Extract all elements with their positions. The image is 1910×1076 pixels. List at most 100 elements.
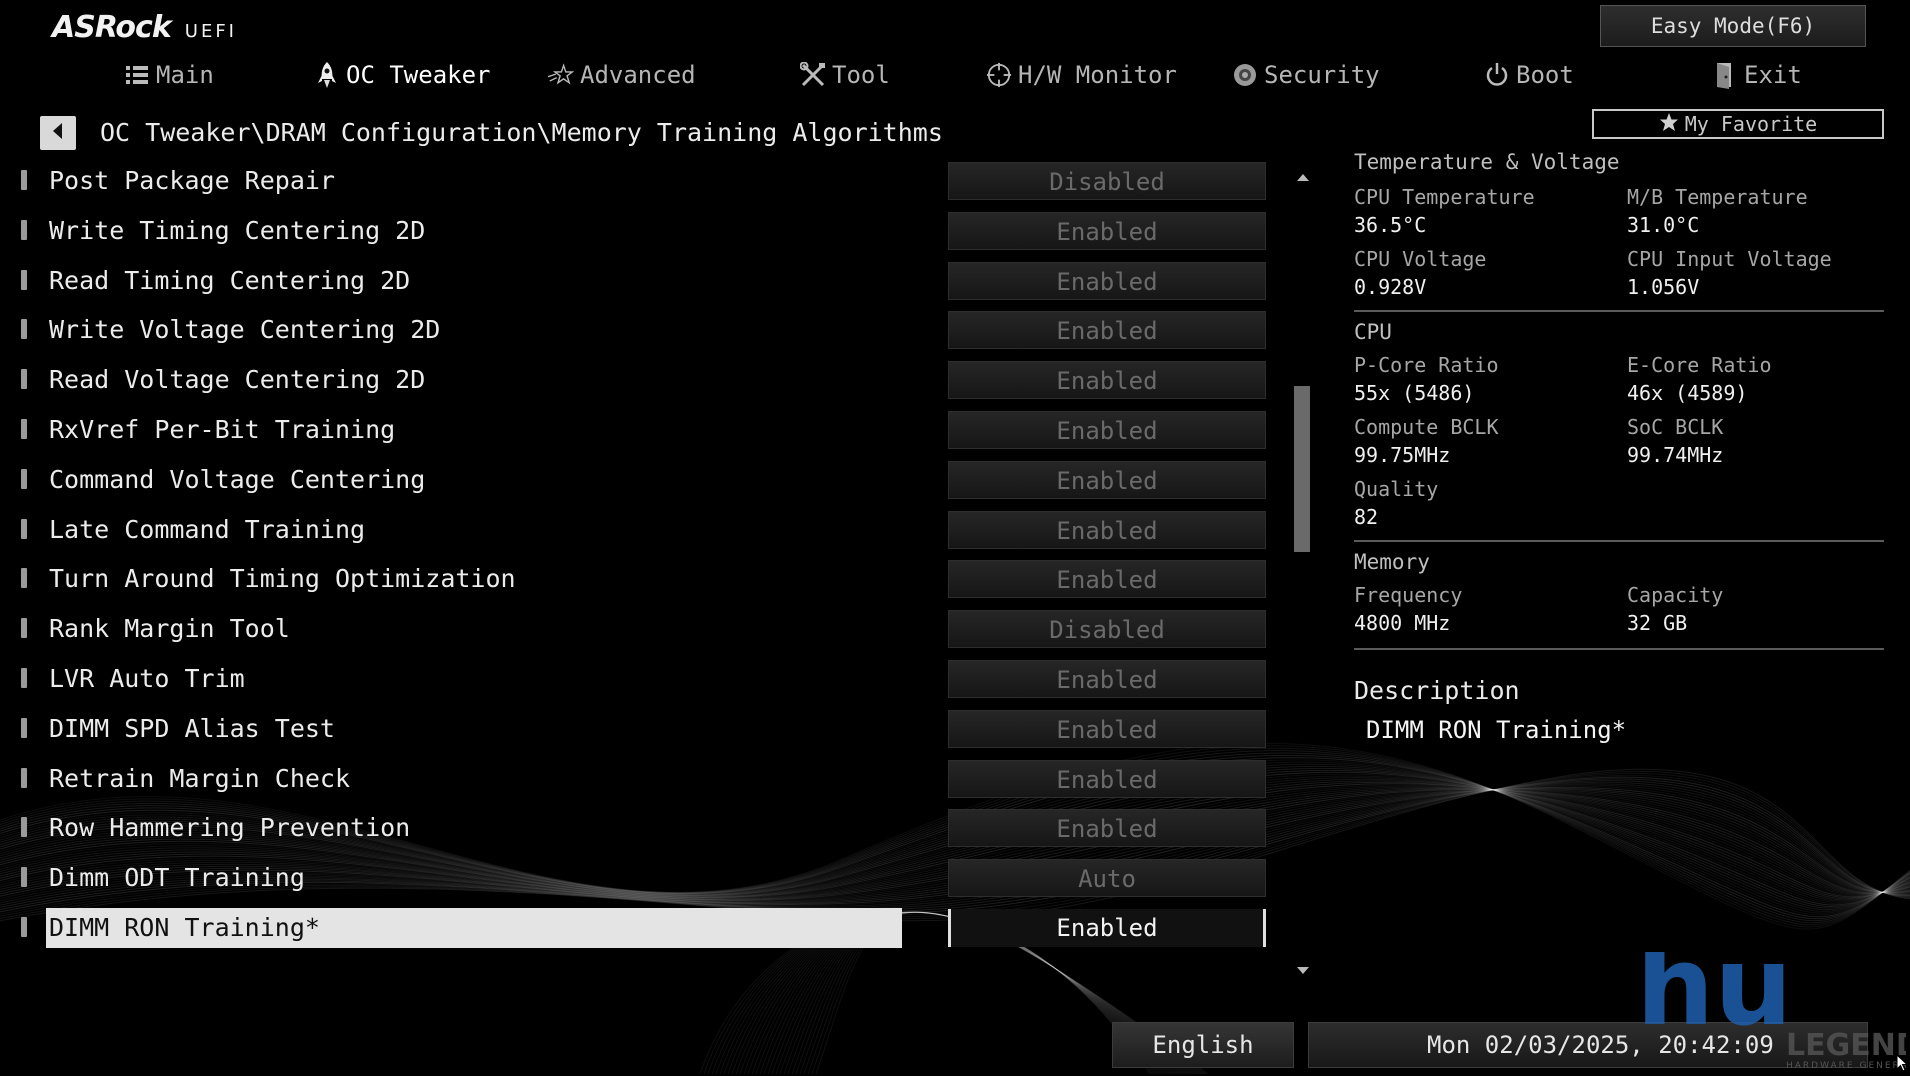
description-text: DIMM RON Training* (1366, 716, 1627, 744)
setting-value[interactable]: Enabled (948, 361, 1266, 400)
panel-divider (1354, 648, 1884, 650)
setting-value[interactable]: Disabled (948, 162, 1266, 200)
language-button[interactable]: English (1112, 1022, 1294, 1068)
stat-label: Capacity (1627, 583, 1724, 607)
row-marker (21, 568, 27, 589)
setting-value[interactable]: Enabled (948, 660, 1266, 698)
setting-row[interactable]: Post Package Repair Disabled (0, 160, 1300, 204)
stat-value: 46x (4589) (1627, 381, 1748, 405)
setting-value[interactable]: Enabled (948, 211, 1266, 250)
back-arrow-icon (50, 122, 66, 144)
settings-scrollbar[interactable] (1294, 166, 1310, 978)
setting-value[interactable]: Enabled (948, 560, 1266, 599)
stat-value: 99.74MHz (1627, 443, 1724, 467)
tab-boot[interactable]: Boot (1484, 54, 1574, 96)
easy-mode-button[interactable]: Easy Mode(F6) (1600, 5, 1866, 47)
pcore-ratio-stat: P-Core Ratio 55x (5486) (1354, 352, 1499, 408)
row-marker (21, 219, 27, 240)
panel-divider (1354, 310, 1884, 312)
stat-label: SoC BCLK (1627, 415, 1724, 439)
row-marker (21, 618, 27, 639)
stat-value: 99.75MHz (1354, 443, 1451, 467)
setting-row[interactable]: Dimm ODT Training Auto (0, 857, 1300, 901)
setting-value[interactable]: Enabled (948, 261, 1266, 300)
setting-value[interactable]: Disabled (948, 610, 1266, 649)
setting-label: Read Timing Centering 2D (49, 265, 411, 295)
stat-label: CPU Voltage (1354, 247, 1487, 271)
power-icon (1484, 62, 1510, 88)
setting-value[interactable]: Enabled (948, 759, 1266, 798)
setting-row[interactable]: Turn Around Timing Optimization Enabled (0, 558, 1300, 602)
setting-row[interactable]: DIMM SPD Alias Test Enabled (0, 708, 1300, 752)
temp-voltage-title: Temperature & Voltage (1354, 150, 1620, 174)
setting-row[interactable]: Row Hammering Prevention Enabled (0, 807, 1300, 851)
setting-row[interactable]: Late Command Training Enabled (0, 509, 1300, 553)
setting-label: Command Voltage Centering (49, 464, 426, 494)
setting-row-selected[interactable]: DIMM RON Training* Enabled (0, 907, 1300, 951)
cpu-section-title: CPU (1354, 320, 1392, 344)
memory-section-title: Memory (1354, 550, 1430, 574)
row-marker (21, 518, 27, 539)
cpu-input-voltage-stat: CPU Input Voltage 1.056V (1627, 246, 1832, 302)
tab-hw-monitor-label: H/W Monitor (1018, 61, 1177, 89)
setting-label: Retrain Margin Check (49, 763, 351, 793)
scroll-down-arrow-icon[interactable] (1297, 967, 1309, 974)
setting-row[interactable]: Rank Margin Tool Disabled (0, 608, 1300, 652)
watermark-word: LEGEND (1786, 1028, 1906, 1063)
stat-value: 36.5°C (1354, 213, 1427, 237)
main-tab-bar: Main OC Tweaker Advanced Tool H/W Monito… (0, 54, 1910, 96)
shield-icon (1232, 62, 1258, 88)
setting-label: Write Voltage Centering 2D (49, 315, 441, 345)
stat-value: 4800 MHz (1354, 611, 1451, 635)
setting-row[interactable]: Write Voltage Centering 2D Enabled (0, 309, 1300, 353)
setting-value[interactable]: Enabled (948, 510, 1266, 549)
setting-value[interactable]: Enabled (948, 411, 1266, 449)
setting-row[interactable]: Command Voltage Centering Enabled (0, 459, 1300, 503)
stat-label: E-Core Ratio (1627, 353, 1772, 377)
setting-row[interactable]: LVR Auto Trim Enabled (0, 658, 1300, 702)
scrollbar-thumb[interactable] (1294, 386, 1310, 552)
setting-value[interactable]: Auto (948, 859, 1266, 898)
mb-temperature-stat: M/B Temperature 31.0°C (1627, 184, 1808, 240)
my-favorite-button[interactable]: My Favorite (1592, 109, 1884, 139)
memory-capacity-stat: Capacity 32 GB (1627, 582, 1723, 638)
tab-tool[interactable]: Tool (800, 54, 890, 96)
tab-main[interactable]: Main (124, 54, 214, 96)
row-marker (21, 319, 27, 340)
row-marker (21, 767, 27, 788)
breadcrumb: OC Tweaker\DRAM Configuration\Memory Tra… (100, 118, 943, 147)
setting-row[interactable]: Read Timing Centering 2D Enabled (0, 260, 1300, 304)
ecore-ratio-stat: E-Core Ratio 46x (4589) (1627, 352, 1772, 408)
setting-row[interactable]: RxVref Per-Bit Training Enabled (0, 409, 1300, 453)
tab-oc-tweaker[interactable]: OC Tweaker (314, 54, 491, 96)
stat-value: 55x (5486) (1354, 381, 1475, 405)
logo-uefi: UEFI (184, 21, 237, 42)
setting-label: Read Voltage Centering 2D (49, 365, 426, 395)
row-marker (21, 369, 27, 390)
stat-value: 1.056V (1627, 275, 1700, 299)
setting-value[interactable]: Enabled (948, 809, 1266, 848)
back-button[interactable] (40, 116, 76, 150)
cpu-temperature-stat: CPU Temperature 36.5°C (1354, 184, 1535, 240)
setting-row[interactable]: Read Voltage Centering 2D Enabled (0, 359, 1300, 403)
setting-value[interactable]: Enabled (948, 311, 1266, 350)
row-marker (21, 717, 27, 738)
setting-row[interactable]: Write Timing Centering 2D Enabled (0, 210, 1300, 254)
setting-value[interactable]: Enabled (948, 460, 1266, 499)
row-marker (21, 817, 27, 838)
setting-row[interactable]: Retrain Margin Check Enabled (0, 758, 1300, 802)
tab-advanced[interactable]: Advanced (548, 54, 696, 96)
tab-hw-monitor[interactable]: H/W Monitor (986, 54, 1177, 96)
tab-advanced-label: Advanced (580, 61, 696, 89)
setting-value[interactable]: Enabled (948, 709, 1266, 748)
rocket-icon (314, 62, 340, 88)
tab-boot-label: Boot (1516, 61, 1574, 89)
tab-exit-label: Exit (1744, 61, 1802, 89)
stat-label: CPU Input Voltage (1627, 247, 1832, 271)
tab-exit[interactable]: Exit (1712, 54, 1802, 96)
tab-security[interactable]: Security (1232, 54, 1380, 96)
scroll-up-arrow-icon[interactable] (1297, 174, 1309, 181)
setting-label: Post Package Repair (49, 166, 335, 195)
compute-bclk-stat: Compute BCLK 99.75MHz (1354, 414, 1499, 470)
setting-value[interactable]: Enabled (948, 909, 1266, 947)
